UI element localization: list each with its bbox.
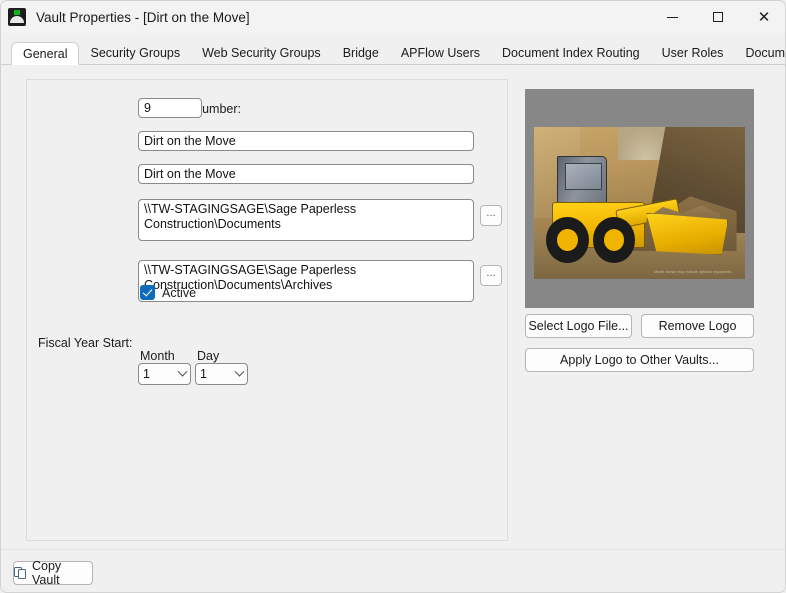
maximize-button[interactable] bbox=[695, 1, 741, 33]
apply-logo-to-other-vaults-button[interactable]: Apply Logo to Other Vaults... bbox=[525, 348, 754, 372]
active-checkbox[interactable] bbox=[140, 285, 155, 300]
general-tab-panel: Vault Number: Name: Description: Product… bbox=[1, 65, 785, 549]
description-input[interactable] bbox=[138, 164, 474, 184]
tab-bar: General Security Groups Web Security Gro… bbox=[1, 41, 785, 65]
vault-app-icon bbox=[8, 8, 26, 26]
minimize-button[interactable] bbox=[649, 1, 695, 33]
chevron-down-icon bbox=[234, 366, 245, 377]
vault-number-input[interactable] bbox=[138, 98, 202, 118]
fiscal-month-value: 1 bbox=[143, 367, 150, 381]
fiscal-day-value: 1 bbox=[200, 367, 207, 381]
dialog-footer: Copy Vault OK Cancel bbox=[1, 549, 785, 592]
tab-user-roles[interactable]: User Roles bbox=[651, 41, 735, 64]
fiscal-day-select[interactable]: 1 bbox=[195, 363, 248, 385]
tab-bridge[interactable]: Bridge bbox=[332, 41, 390, 64]
tab-web-security-groups[interactable]: Web Security Groups bbox=[191, 41, 332, 64]
close-button[interactable]: ✕ bbox=[741, 1, 785, 33]
vault-logo-image: Model shown may include optional equipme… bbox=[534, 126, 745, 279]
remove-logo-button[interactable]: Remove Logo bbox=[641, 314, 754, 338]
tab-security-groups[interactable]: Security Groups bbox=[79, 41, 191, 64]
copy-vault-label: Copy Vault bbox=[32, 559, 62, 587]
tab-document-publishing[interactable]: Document Publishing bbox=[734, 41, 785, 64]
vault-properties-window: Vault Properties - [Dirt on the Move] ✕ … bbox=[0, 0, 786, 593]
copy-vault-button[interactable]: Copy Vault bbox=[13, 559, 93, 587]
tab-document-index-routing[interactable]: Document Index Routing bbox=[491, 41, 651, 64]
production-folder-browse-button[interactable]: ... bbox=[480, 205, 502, 226]
vault-number-label-wrap: Vault Number: bbox=[26, 102, 241, 116]
close-icon: ✕ bbox=[757, 8, 771, 26]
logo-image-caption: Model shown may include optional equipme… bbox=[654, 269, 733, 274]
copy-icon bbox=[14, 566, 27, 580]
window-title: Vault Properties - [Dirt on the Move] bbox=[36, 9, 250, 25]
select-logo-file-button[interactable]: Select Logo File... bbox=[525, 314, 632, 338]
minimize-icon bbox=[666, 16, 678, 18]
tab-general[interactable]: General bbox=[11, 42, 80, 65]
production-folder-input[interactable]: \\TW-STAGINGSAGE\Sage Paperless Construc… bbox=[138, 199, 474, 241]
archive-folder-browse-button[interactable]: ... bbox=[480, 265, 502, 286]
vault-logo-frame: Model shown may include optional equipme… bbox=[525, 89, 754, 308]
maximize-icon bbox=[713, 12, 723, 22]
fiscal-month-select[interactable]: 1 bbox=[138, 363, 191, 385]
fiscal-year-start-label: Fiscal Year Start: bbox=[38, 336, 133, 350]
title-bar: Vault Properties - [Dirt on the Move] ✕ bbox=[1, 1, 785, 33]
day-column-header: Day bbox=[197, 349, 220, 363]
name-input[interactable] bbox=[138, 131, 474, 151]
chevron-down-icon bbox=[177, 366, 188, 377]
month-column-header: Month bbox=[140, 349, 175, 363]
tab-apflow-users[interactable]: APFlow Users bbox=[390, 41, 491, 64]
active-checkbox-row[interactable]: Active bbox=[140, 285, 196, 300]
window-controls: ✕ bbox=[649, 1, 785, 33]
active-label: Active bbox=[162, 285, 197, 300]
